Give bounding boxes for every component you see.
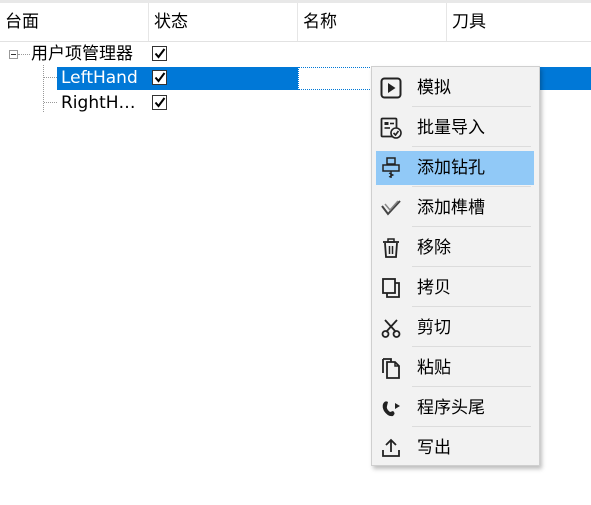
menu-separator <box>412 146 531 147</box>
menu-item-simulate[interactable]: 模拟 <box>376 71 534 105</box>
status-checkbox[interactable] <box>152 70 167 85</box>
menu-item-label: 拷贝 <box>417 278 451 298</box>
menu-separator <box>412 306 531 307</box>
menu-item-label: 批量导入 <box>417 118 485 138</box>
column-header-status[interactable]: 状态 <box>149 3 298 41</box>
menu-item-label: 模拟 <box>417 78 451 98</box>
copy-icon <box>380 277 402 299</box>
menu-separator <box>412 346 531 347</box>
context-menu: 模拟 批量导入 添加钻孔 添加榫槽 移除 拷贝 剪切 粘贴 程序头尾 写出 <box>371 66 540 466</box>
menu-item-add-drill[interactable]: 添加钻孔 <box>376 151 534 185</box>
column-header-table[interactable]: 台面 <box>0 3 149 41</box>
trash-icon <box>380 237 402 259</box>
menu-item-label: 粘贴 <box>417 358 451 378</box>
menu-item-batch-import[interactable]: 批量导入 <box>376 111 534 145</box>
menu-item-label: 移除 <box>417 238 451 258</box>
menu-item-add-mortise[interactable]: 添加榫槽 <box>376 191 534 225</box>
paste-icon <box>380 357 402 379</box>
menu-item-label: 添加榫槽 <box>417 198 485 218</box>
menu-separator <box>412 186 531 187</box>
status-checkbox[interactable] <box>152 95 167 110</box>
tree-item-label: LeftHand <box>61 68 138 88</box>
drill-icon <box>380 157 402 179</box>
export-icon <box>380 437 402 459</box>
batch-import-icon <box>380 117 402 139</box>
tree-row-root[interactable]: 用户项管理器 <box>0 43 591 66</box>
menu-item-label: 写出 <box>417 438 451 458</box>
menu-separator <box>412 426 531 427</box>
menu-item-paste[interactable]: 粘贴 <box>376 351 534 385</box>
menu-item-program-head-tail[interactable]: 程序头尾 <box>376 391 534 425</box>
collapse-icon[interactable] <box>9 50 18 59</box>
status-checkbox[interactable] <box>152 46 167 61</box>
menu-item-label: 程序头尾 <box>417 398 485 418</box>
column-header-tool[interactable]: 刀具 <box>447 3 591 41</box>
menu-separator <box>412 106 531 107</box>
menu-separator <box>412 266 531 267</box>
column-header: 台面 状态 名称 刀具 <box>0 3 591 42</box>
menu-separator <box>412 386 531 387</box>
menu-item-label: 添加钻孔 <box>417 158 485 178</box>
menu-item-cut[interactable]: 剪切 <box>376 311 534 345</box>
tree-item-label: RightH… <box>61 93 136 113</box>
column-header-name[interactable]: 名称 <box>298 3 447 41</box>
menu-item-remove[interactable]: 移除 <box>376 231 534 265</box>
menu-item-export[interactable]: 写出 <box>376 431 534 465</box>
tree-root-label: 用户项管理器 <box>31 44 133 64</box>
scissors-icon <box>380 317 402 339</box>
mortise-icon <box>380 197 402 219</box>
menu-item-label: 剪切 <box>417 318 451 338</box>
play-icon <box>380 77 402 99</box>
menu-item-copy[interactable]: 拷贝 <box>376 271 534 305</box>
program-head-tail-icon <box>380 397 402 419</box>
menu-separator <box>412 226 531 227</box>
